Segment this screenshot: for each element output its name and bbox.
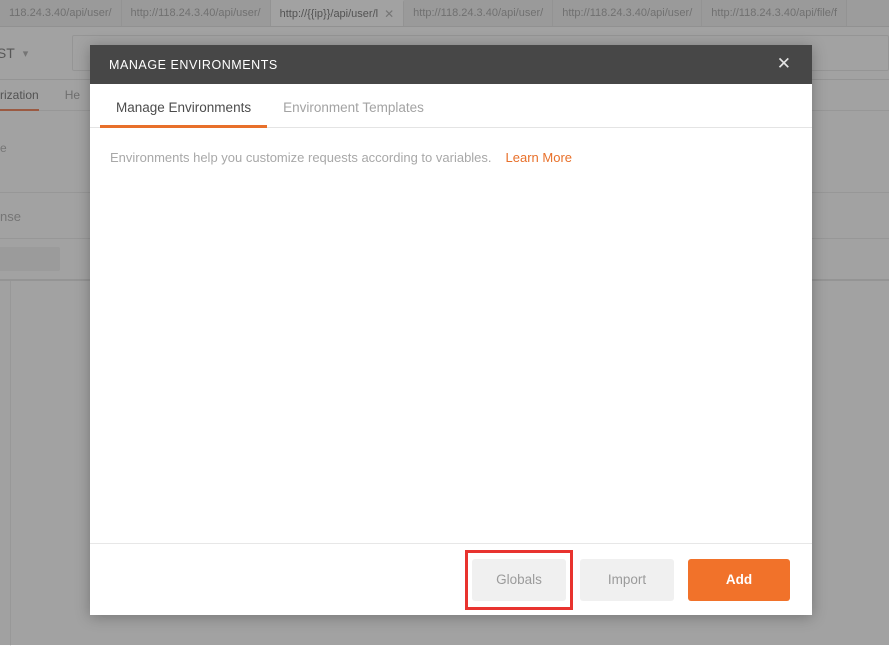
manage-environments-dialog: MANAGE ENVIRONMENTS ✕ Manage Environment…: [90, 45, 812, 615]
import-button[interactable]: Import: [580, 558, 674, 601]
environments-description: Environments help you customize requests…: [110, 150, 492, 165]
learn-more-link[interactable]: Learn More: [506, 150, 572, 165]
globals-button-highlight: Globals: [465, 549, 573, 610]
tab-manage-environments-label: Manage Environments: [116, 100, 252, 115]
add-button-wrap: Add: [688, 558, 790, 601]
dialog-header: MANAGE ENVIRONMENTS ✕: [90, 45, 812, 84]
environments-description-row: Environments help you customize requests…: [110, 150, 812, 165]
close-icon[interactable]: ✕: [773, 54, 795, 75]
add-button[interactable]: Add: [688, 558, 790, 601]
dialog-body: Environments help you customize requests…: [90, 128, 812, 543]
globals-button[interactable]: Globals: [472, 558, 566, 601]
dialog-title: MANAGE ENVIRONMENTS: [109, 57, 278, 72]
tab-environment-templates-label: Environment Templates: [283, 100, 424, 115]
tab-environment-templates[interactable]: Environment Templates: [267, 100, 440, 127]
import-button-wrap: Import: [580, 558, 674, 601]
dialog-footer: Globals Import Add: [90, 543, 812, 615]
tab-manage-environments[interactable]: Manage Environments: [100, 100, 268, 128]
dialog-tab-bar: Manage Environments Environment Template…: [90, 84, 812, 128]
